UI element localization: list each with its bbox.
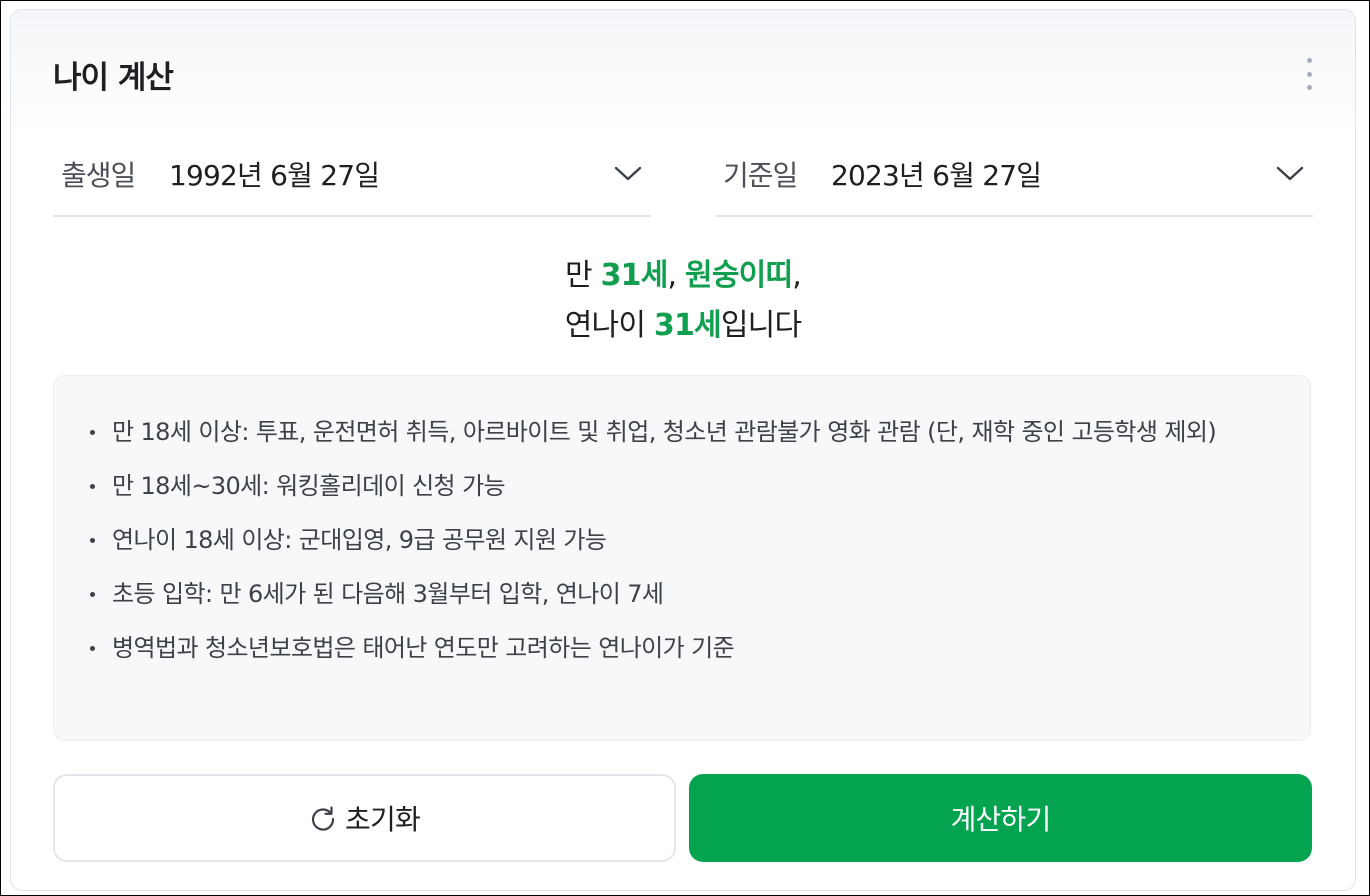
info-item: 초등 입학: 만 6세가 된 다음해 3월부터 입학, 연나이 7세 bbox=[90, 576, 1260, 613]
result-separator: , bbox=[792, 258, 802, 293]
birth-date-label: 출생일 bbox=[61, 159, 136, 192]
base-date-label: 기준일 bbox=[723, 159, 798, 192]
age-calculator-card: 나이 계산 출생일 1992년 6월 27일 기준일 2023년 6월 27일 … bbox=[10, 9, 1356, 891]
widget-title: 나이 계산 bbox=[53, 60, 174, 96]
info-item: 만 18세~30세: 워킹홀리데이 신청 가능 bbox=[90, 468, 1260, 505]
calculate-button-label: 계산하기 bbox=[950, 803, 1052, 836]
info-list: 만 18세 이상: 투표, 운전면허 취득, 아르바이트 및 취업, 청소년 관… bbox=[90, 414, 1260, 684]
more-vertical-icon[interactable] bbox=[1299, 58, 1319, 90]
base-date-value: 2023년 6월 27일 bbox=[831, 159, 1042, 192]
info-box: 만 18세 이상: 투표, 운전면허 취득, 아르바이트 및 취업, 청소년 관… bbox=[53, 375, 1311, 741]
result-line-1: 만 31세, 원숭이띠, bbox=[11, 250, 1355, 294]
card-header bbox=[11, 10, 1355, 135]
reset-button[interactable]: 초기화 bbox=[53, 774, 676, 862]
result-prefix: 만 bbox=[565, 258, 601, 293]
chevron-down-icon bbox=[1276, 166, 1304, 181]
birth-date-value: 1992년 6월 27일 bbox=[169, 159, 380, 192]
info-item: 만 18세 이상: 투표, 운전면허 취득, 아르바이트 및 취업, 청소년 관… bbox=[90, 414, 1260, 451]
calculate-button[interactable]: 계산하기 bbox=[689, 774, 1312, 862]
birth-date-select[interactable]: 출생일 1992년 6월 27일 bbox=[53, 138, 651, 217]
year-age-value: 31세 bbox=[653, 308, 722, 343]
result-suffix: 입니다 bbox=[720, 308, 802, 343]
refresh-icon bbox=[312, 806, 335, 831]
zodiac-value: 원숭이띠 bbox=[685, 258, 793, 293]
reset-button-label: 초기화 bbox=[345, 803, 421, 836]
base-date-select[interactable]: 기준일 2023년 6월 27일 bbox=[715, 138, 1313, 217]
man-age-value: 31세 bbox=[600, 258, 669, 293]
chevron-down-icon bbox=[614, 166, 642, 181]
result-line-2: 연나이 31세입니다 bbox=[11, 300, 1355, 344]
info-item: 연나이 18세 이상: 군대입영, 9급 공무원 지원 가능 bbox=[90, 522, 1260, 559]
result-prefix: 연나이 bbox=[564, 308, 654, 343]
result-separator: , bbox=[667, 258, 686, 293]
info-item: 병역법과 청소년보호법은 태어난 연도만 고려하는 연나이가 기준 bbox=[90, 630, 1260, 667]
